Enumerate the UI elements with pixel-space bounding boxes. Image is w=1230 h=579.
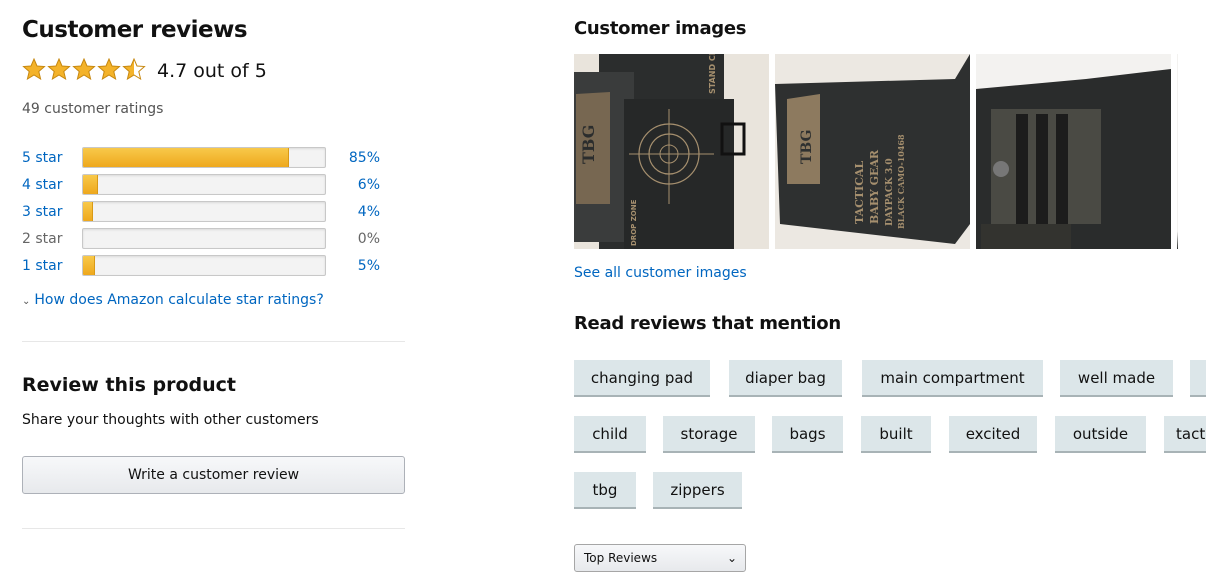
histogram-bar xyxy=(82,228,326,249)
chevron-down-icon: ⌄ xyxy=(726,551,737,565)
star-full-icon xyxy=(72,57,97,84)
divider xyxy=(22,528,405,529)
histogram-label[interactable]: 5 star xyxy=(22,150,82,166)
histogram-percent[interactable]: 5% xyxy=(326,258,380,274)
mention-chip[interactable]: tact xyxy=(1164,416,1206,453)
average-rating-text: 4.7 out of 5 xyxy=(157,60,267,82)
star-full-icon xyxy=(97,57,122,84)
histogram-fill xyxy=(83,175,98,194)
calc-link-text[interactable]: How does Amazon calculate star ratings? xyxy=(34,292,323,308)
svg-text:TBG: TBG xyxy=(799,130,815,164)
customer-reviews-heading: Customer reviews xyxy=(22,17,248,43)
histogram-label[interactable]: 3 star xyxy=(22,204,82,220)
customer-image[interactable]: TBG TACTICAL BABY GEAR DAYPACK 3.0 BLACK… xyxy=(775,54,970,249)
mention-chip[interactable]: child xyxy=(574,416,646,453)
histogram-row-3[interactable]: 3 star 4% xyxy=(22,198,405,225)
histogram-label: 2 star xyxy=(22,230,63,247)
histogram-label[interactable]: 1 star xyxy=(22,258,82,274)
histogram-row-2: 2 star 0% xyxy=(22,225,405,252)
mention-chip[interactable]: storage xyxy=(663,416,755,453)
star-half-icon xyxy=(122,57,147,84)
histogram-fill xyxy=(83,202,93,221)
svg-text:DAYPACK 3.0: DAYPACK 3.0 xyxy=(885,158,895,226)
mention-chip[interactable] xyxy=(1190,360,1206,397)
mention-chips: changing pad diaper bag main compartment… xyxy=(574,360,1206,510)
mention-chip[interactable]: well made xyxy=(1060,360,1173,397)
rating-histogram: 5 star 85% 4 star 6% 3 star 4% 2 star 0%… xyxy=(22,144,405,279)
mention-chip[interactable]: bags xyxy=(772,416,843,453)
review-product-subtitle: Share your thoughts with other customers xyxy=(22,412,319,428)
svg-text:DROP ZONE: DROP ZONE xyxy=(630,199,638,246)
sort-selected-value: Top Reviews xyxy=(584,551,658,565)
mention-chip[interactable]: main compartment xyxy=(862,360,1043,397)
customer-image[interactable] xyxy=(976,54,1171,249)
mention-chip[interactable]: tbg xyxy=(574,472,636,509)
svg-text:STAND CLEAR: STAND CLEAR xyxy=(708,54,717,94)
svg-text:TBG: TBG xyxy=(579,125,598,164)
histogram-percent[interactable]: 6% xyxy=(326,177,380,193)
histogram-row-5[interactable]: 5 star 85% xyxy=(22,144,405,171)
histogram-percent[interactable]: 85% xyxy=(326,150,380,166)
mention-chip[interactable]: zippers xyxy=(653,472,742,509)
svg-text:BABY GEAR: BABY GEAR xyxy=(868,149,881,224)
customer-images-heading: Customer images xyxy=(574,18,747,39)
divider xyxy=(22,341,405,342)
sort-reviews-select[interactable]: Top Reviews ⌄ xyxy=(574,544,746,572)
mention-chip[interactable]: changing pad xyxy=(574,360,710,397)
rating-calculation-link[interactable]: ⌄ How does Amazon calculate star ratings? xyxy=(22,292,324,308)
histogram-fill xyxy=(83,256,96,275)
mention-chip[interactable]: excited xyxy=(949,416,1037,453)
customer-images-carousel: TBG STAND CLEAR DROP ZONE TBG TACTICAL B… xyxy=(574,54,1178,249)
see-all-images-link[interactable]: See all customer images xyxy=(574,265,747,281)
mention-chip[interactable]: outside xyxy=(1055,416,1146,453)
histogram-bar[interactable] xyxy=(82,174,326,195)
histogram-row-4[interactable]: 4 star 6% xyxy=(22,171,405,198)
star-full-icon xyxy=(47,57,72,84)
review-product-heading: Review this product xyxy=(22,374,237,396)
mention-chip[interactable]: diaper bag xyxy=(729,360,842,397)
histogram-bar[interactable] xyxy=(82,147,326,168)
svg-text:TACTICAL: TACTICAL xyxy=(853,161,866,224)
histogram-percent: 0% xyxy=(357,230,380,247)
svg-text:BLACK CAMO-10468: BLACK CAMO-10468 xyxy=(896,134,906,229)
chevron-down-icon: ⌄ xyxy=(22,296,31,307)
histogram-label[interactable]: 4 star xyxy=(22,177,82,193)
histogram-row-1[interactable]: 1 star 5% xyxy=(22,252,405,279)
customer-image[interactable]: TBG STAND CLEAR DROP ZONE xyxy=(574,54,769,249)
read-reviews-heading: Read reviews that mention xyxy=(574,313,841,334)
mention-chip[interactable]: built xyxy=(861,416,931,453)
write-review-button[interactable]: Write a customer review xyxy=(22,456,405,494)
histogram-bar[interactable] xyxy=(82,201,326,222)
histogram-bar[interactable] xyxy=(82,255,326,276)
histogram-percent[interactable]: 4% xyxy=(326,204,380,220)
ratings-count: 49 customer ratings xyxy=(22,101,164,117)
customer-image[interactable] xyxy=(1177,54,1178,249)
star-rating[interactable]: 4.7 out of 5 xyxy=(22,57,267,84)
star-full-icon xyxy=(22,57,47,84)
histogram-fill xyxy=(83,148,289,167)
